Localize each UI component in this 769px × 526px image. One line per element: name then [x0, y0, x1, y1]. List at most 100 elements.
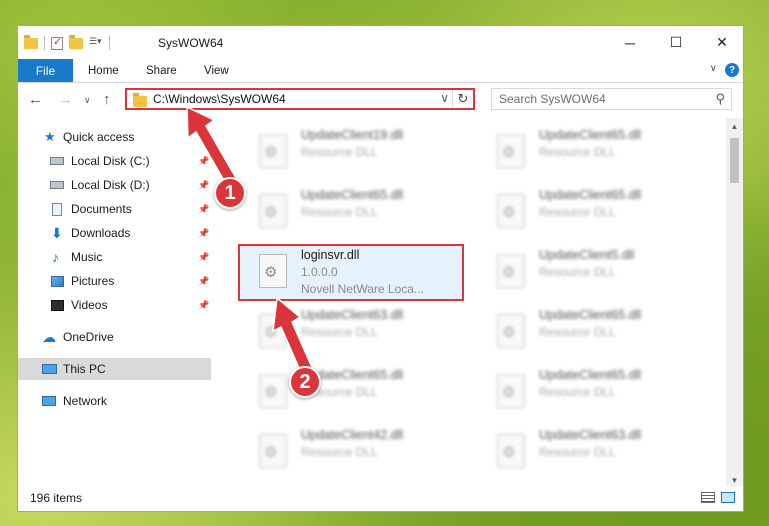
file-item-loginsvr[interactable]: loginsvr.dll 1.0.0.0 Novell NetWare Loca…: [255, 246, 475, 300]
file-item[interactable]: UpdateClient65.dll Resource DLL: [493, 186, 713, 240]
file-name: UpdateClient65.dll: [539, 188, 642, 202]
sidebar-item-local-disk-d[interactable]: Local Disk (D:) 📌: [18, 174, 211, 196]
file-type: Resource DLL: [539, 385, 616, 399]
file-item[interactable]: UpdateClient19.dll Resource DLL: [255, 126, 475, 180]
drive-icon: [50, 157, 64, 165]
explorer-window: ☰▾ SysWOW64 ─ ☐ ✕ File Home Share View ∨…: [17, 25, 744, 512]
sidebar-item-label: Local Disk (D:): [71, 178, 150, 192]
dll-file-icon: [259, 374, 287, 408]
scroll-thumb[interactable]: [730, 138, 739, 183]
toolbar-divider: [109, 36, 110, 50]
pin-icon[interactable]: 📌: [198, 276, 209, 287]
computer-icon: [42, 364, 57, 374]
back-arrow-icon[interactable]: ←: [28, 91, 43, 108]
help-icon[interactable]: ?: [725, 63, 739, 77]
file-item[interactable]: UpdateClient63.dll Resource DLL: [493, 426, 713, 480]
file-item[interactable]: UpdateClient65.dll Resource DLL: [255, 186, 475, 240]
folder-icon[interactable]: [24, 34, 38, 49]
file-item[interactable]: UpdateClient5.dll Resource DLL: [493, 246, 713, 300]
sidebar-item-label: Pictures: [71, 274, 115, 288]
sidebar-item-documents[interactable]: Documents 📌: [18, 198, 211, 220]
dll-file-icon: [259, 254, 287, 288]
minimize-button[interactable]: ─: [607, 26, 653, 59]
refresh-icon[interactable]: ↻: [452, 90, 473, 108]
pin-icon[interactable]: 📌: [198, 180, 209, 191]
file-version: 1.0.0.0: [301, 265, 338, 279]
large-icons-view-icon[interactable]: [721, 492, 735, 503]
file-item[interactable]: UpdateClient65.dll Resource DLL: [493, 366, 713, 420]
properties-icon[interactable]: [51, 35, 63, 50]
download-icon: ⬇: [51, 224, 63, 241]
sidebar-item-local-disk-c[interactable]: Local Disk (C:) 📌: [18, 150, 211, 172]
sidebar-item-label: This PC: [63, 362, 106, 376]
folder-icon: [133, 93, 147, 107]
close-button[interactable]: ✕: [699, 26, 743, 59]
cloud-icon: ☁: [42, 328, 56, 345]
file-type: Resource DLL: [539, 205, 616, 219]
search-icon[interactable]: ⚲: [715, 91, 725, 107]
file-type: Resource DLL: [301, 445, 378, 459]
up-arrow-icon[interactable]: ↑: [103, 91, 111, 108]
tab-share[interactable]: Share: [146, 59, 177, 82]
customize-toolbar-icon[interactable]: ☰▾: [89, 36, 103, 50]
sidebar-item-quick-access[interactable]: ★ Quick access: [18, 126, 211, 148]
search-input[interactable]: Search SysWOW64 ⚲: [491, 88, 732, 110]
address-bar[interactable]: C:\Windows\SysWOW64 ∨ ↻: [125, 88, 475, 110]
chevron-down-icon[interactable]: ∨: [440, 91, 449, 105]
sidebar-item-label: Quick access: [63, 130, 135, 144]
videos-icon: [51, 299, 64, 311]
sidebar-item-label: OneDrive: [63, 330, 114, 344]
window-title: SysWOW64: [158, 36, 224, 50]
expand-ribbon-icon[interactable]: ∨: [710, 63, 717, 74]
recent-locations-icon[interactable]: ∨: [84, 95, 91, 106]
dll-file-icon: [497, 434, 525, 468]
file-item[interactable]: UpdateClient65.dll Resource DLL: [255, 366, 475, 420]
maximize-button[interactable]: ☐: [653, 26, 699, 59]
sidebar-item-network[interactable]: Network: [18, 390, 211, 412]
file-name: UpdateClient65.dll: [539, 308, 642, 322]
dll-file-icon: [497, 194, 525, 228]
new-folder-icon[interactable]: [69, 34, 83, 49]
file-item[interactable]: UpdateClient65.dll Resource DLL: [493, 126, 713, 180]
star-icon: ★: [44, 129, 56, 144]
sidebar-item-pictures[interactable]: Pictures 📌: [18, 270, 211, 292]
dll-file-icon: [259, 314, 287, 348]
file-name: UpdateClient65.dll: [539, 368, 642, 382]
scroll-up-icon[interactable]: ▲: [726, 118, 743, 134]
sidebar-item-onedrive[interactable]: ☁ OneDrive: [18, 326, 211, 348]
dll-file-icon: [259, 434, 287, 468]
dll-file-icon: [259, 134, 287, 168]
file-item[interactable]: UpdateClient63.dll Resource DLL: [255, 306, 475, 360]
sidebar-item-videos[interactable]: Videos 📌: [18, 294, 211, 316]
pin-icon[interactable]: 📌: [198, 300, 209, 311]
dll-file-icon: [497, 254, 525, 288]
forward-arrow-icon[interactable]: →: [58, 91, 73, 108]
status-bar: 196 items: [18, 486, 743, 511]
tab-home[interactable]: Home: [88, 59, 119, 82]
file-name: UpdateClient63.dll: [539, 428, 642, 442]
pin-icon[interactable]: 📌: [198, 252, 209, 263]
dll-file-icon: [259, 194, 287, 228]
sidebar-item-label: Documents: [71, 202, 132, 216]
file-name: loginsvr.dll: [301, 248, 360, 262]
navigation-bar: ← → ∨ ↑ C:\Windows\SysWOW64 ∨ ↻ Search S…: [18, 83, 743, 118]
pin-icon[interactable]: 📌: [198, 204, 209, 215]
sidebar-item-downloads[interactable]: ⬇ Downloads 📌: [18, 222, 211, 244]
sidebar-item-music[interactable]: ♪ Music 📌: [18, 246, 211, 268]
details-view-icon[interactable]: [701, 492, 715, 503]
dll-file-icon: [497, 314, 525, 348]
vertical-scrollbar[interactable]: ▲ ▼: [726, 118, 743, 488]
tab-file[interactable]: File: [18, 59, 73, 82]
tab-view[interactable]: View: [204, 59, 229, 82]
sidebar-item-label: Downloads: [71, 226, 131, 240]
sidebar-item-this-pc[interactable]: This PC: [18, 358, 211, 380]
file-name: UpdateClient5.dll: [539, 248, 635, 262]
pin-icon[interactable]: 📌: [198, 156, 209, 167]
address-path[interactable]: C:\Windows\SysWOW64: [153, 92, 286, 106]
callout-1: 1: [214, 177, 246, 209]
file-item[interactable]: UpdateClient65.dll Resource DLL: [493, 306, 713, 360]
pin-icon[interactable]: 📌: [198, 228, 209, 239]
toolbar-divider: [44, 36, 45, 50]
file-name: UpdateClient65.dll: [539, 128, 642, 142]
file-item[interactable]: UpdateClient42.dll Resource DLL: [255, 426, 475, 480]
